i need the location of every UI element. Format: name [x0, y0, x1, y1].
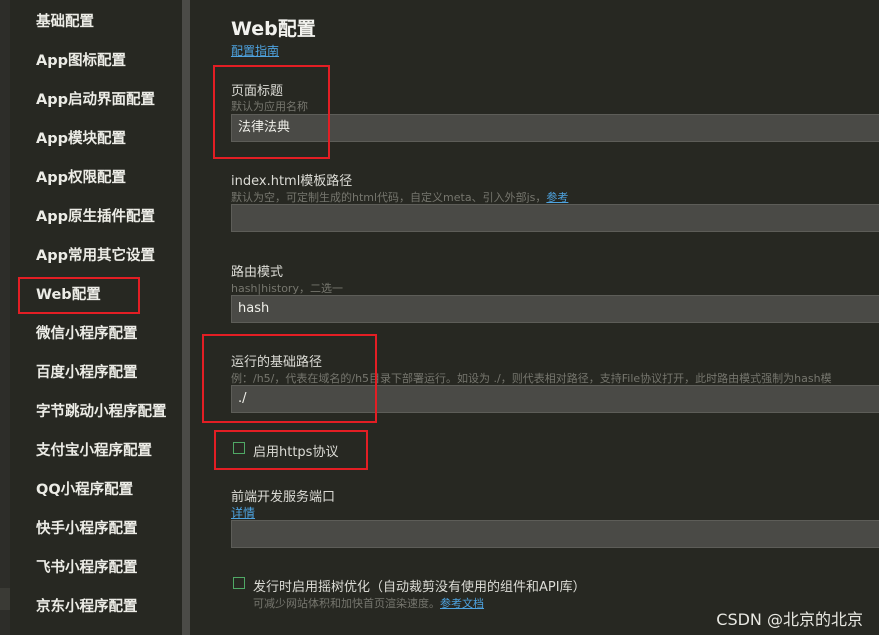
template-path-input[interactable]	[231, 204, 879, 232]
sidebar-item-toutiao[interactable]: 字节跳动小程序配置	[36, 402, 167, 422]
https-checkbox[interactable]	[233, 442, 245, 454]
template-reference-link[interactable]: 参考	[546, 191, 568, 204]
base-path-input[interactable]: ./	[231, 385, 879, 413]
sidebar-item-app-splash[interactable]: App启动界面配置	[36, 90, 155, 110]
router-mode-hint: hash|history，二选一	[231, 282, 343, 295]
sidebar-scrollbar[interactable]	[182, 0, 190, 635]
sidebar: 基础配置 App图标配置 App启动界面配置 App模块配置 App权限配置 A…	[0, 0, 182, 635]
sidebar-item-app-modules[interactable]: App模块配置	[36, 129, 126, 149]
treeshake-hint: 可减少网站体积和加快首页渲染速度。参考文档	[253, 597, 484, 610]
template-path-hint: 默认为空，可定制生成的html代码，自定义meta、引入外部js，参考	[231, 191, 569, 204]
page-title-input[interactable]: 法律法典	[231, 114, 879, 142]
sidebar-edge-marker	[0, 588, 10, 610]
sidebar-item-kuaishou[interactable]: 快手小程序配置	[36, 519, 138, 539]
sidebar-item-app-permissions[interactable]: App权限配置	[36, 168, 126, 188]
sidebar-item-basic[interactable]: 基础配置	[36, 12, 94, 32]
config-guide-link[interactable]: 配置指南	[231, 42, 279, 59]
dev-port-label: 前端开发服务端口	[231, 490, 336, 505]
sidebar-item-web[interactable]: Web配置	[36, 285, 101, 305]
page-title-label: 页面标题	[231, 84, 284, 99]
treeshake-checkbox[interactable]	[233, 577, 245, 589]
router-mode-label: 路由模式	[231, 265, 284, 280]
sidebar-item-jd[interactable]: 京东小程序配置	[36, 597, 138, 617]
sidebar-item-alipay[interactable]: 支付宝小程序配置	[36, 441, 152, 461]
dev-port-input[interactable]	[231, 520, 879, 548]
template-path-label: index.html模板路径	[231, 174, 353, 189]
base-path-hint: 例：/h5/，代表在域名的/h5目录下部署运行。如设为 ./，则代表相对路径，支…	[231, 372, 832, 385]
sidebar-item-app-native-plugins[interactable]: App原生插件配置	[36, 207, 155, 227]
treeshake-docs-link[interactable]: 参考文档	[440, 597, 484, 610]
sidebar-item-app-icon[interactable]: App图标配置	[36, 51, 126, 71]
sidebar-item-app-other-settings[interactable]: App常用其它设置	[36, 246, 155, 266]
sidebar-item-qq[interactable]: QQ小程序配置	[36, 480, 133, 500]
watermark: CSDN @北京的北京	[716, 610, 863, 629]
page-title: Web配置	[231, 18, 316, 40]
sidebar-item-feishu[interactable]: 飞书小程序配置	[36, 558, 138, 578]
sidebar-item-weixin[interactable]: 微信小程序配置	[36, 324, 138, 344]
sidebar-edge	[0, 0, 10, 635]
page-title-hint: 默认为应用名称	[231, 100, 308, 113]
sidebar-item-baidu[interactable]: 百度小程序配置	[36, 363, 138, 383]
treeshake-label[interactable]: 发行时启用摇树优化（自动裁剪没有使用的组件和API库）	[253, 576, 586, 595]
web-config-panel: Web配置 配置指南 页面标题 默认为应用名称 法律法典 index.html模…	[190, 0, 879, 635]
https-label[interactable]: 启用https协议	[253, 441, 338, 460]
base-path-label: 运行的基础路径	[231, 355, 323, 370]
router-mode-input[interactable]: hash	[231, 295, 879, 323]
dev-port-details-link[interactable]: 详情	[231, 504, 255, 521]
